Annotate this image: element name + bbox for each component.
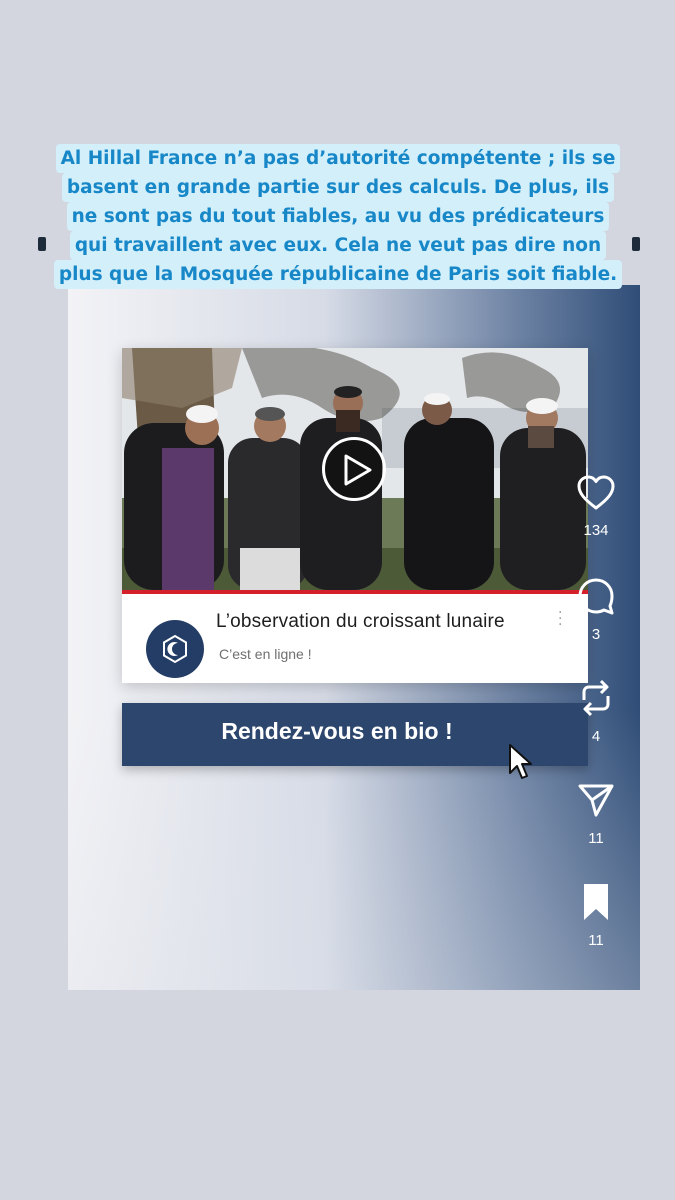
share-count: 11 (588, 830, 604, 847)
repost-action[interactable]: 4 (570, 678, 622, 745)
more-options-icon[interactable]: · · · (558, 606, 562, 632)
play-icon (344, 454, 372, 486)
caption-line: ne sont pas du tout fiables, au vu des p… (66, 202, 610, 231)
right-edge-marker (632, 237, 640, 251)
video-title[interactable]: L’observation du croissant lunaire (216, 611, 505, 633)
bio-link-banner[interactable]: Rendez-vous en bio ! (122, 703, 588, 779)
hexagon-crescent-icon (163, 634, 187, 664)
save-action[interactable]: 11 (570, 882, 622, 949)
video-progress-fill (122, 590, 588, 594)
left-edge-marker (38, 237, 46, 251)
save-count: 11 (588, 932, 604, 949)
like-count: 134 (583, 522, 609, 539)
repost-count: 4 (591, 728, 601, 745)
channel-avatar[interactable] (146, 620, 204, 678)
bio-link-label: Rendez-vous en bio ! (221, 718, 453, 744)
caption-line: plus que la Mosquée républicaine de Pari… (53, 260, 623, 289)
send-icon[interactable] (576, 780, 616, 820)
comment-count: 3 (591, 626, 601, 643)
like-action[interactable]: 134 (570, 474, 622, 539)
video-thumbnail[interactable] (122, 348, 588, 590)
repost-icon[interactable] (576, 678, 616, 718)
caption-line: qui travaillent avec eux. Cela ne veut p… (69, 231, 607, 260)
comment-icon[interactable] (576, 576, 616, 616)
caption-line: basent en grande partie sur des calculs.… (61, 173, 615, 202)
share-action[interactable]: 11 (570, 780, 622, 847)
caption-line: Al Hillal France n’a pas d’autorité comp… (55, 144, 621, 173)
play-button[interactable] (322, 437, 386, 501)
video-subtitle: C’est en ligne ! (219, 646, 312, 662)
video-card[interactable]: L’observation du croissant lunaire C’est… (122, 348, 588, 683)
comment-action[interactable]: 3 (570, 576, 622, 643)
heart-icon[interactable] (576, 474, 616, 512)
pointer-cursor-icon (509, 744, 532, 779)
video-progress-bar[interactable] (122, 590, 588, 594)
bookmark-icon[interactable] (576, 882, 616, 922)
story-caption: Al Hillal France n’a pas d’autorité comp… (34, 144, 642, 289)
